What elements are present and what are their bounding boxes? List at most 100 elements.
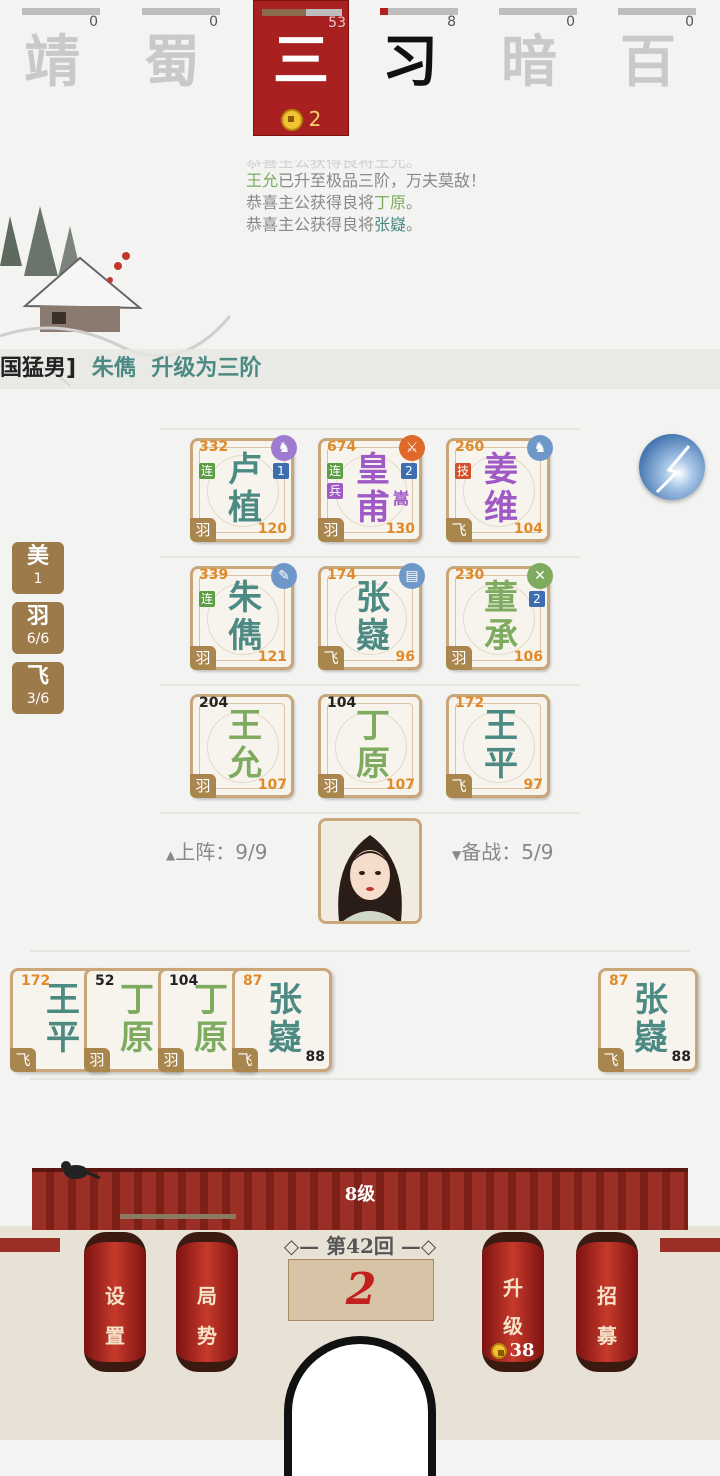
hero-name-char: 原	[120, 1018, 154, 1058]
progress-fill	[380, 8, 388, 15]
level-label: 8级	[344, 1184, 376, 1205]
grid-line	[160, 812, 580, 814]
coin-icon	[491, 1343, 508, 1359]
coin-value: 2	[308, 106, 322, 131]
hero-name-char: 王	[484, 706, 518, 746]
event-log: 恭喜主公获得良将王允。 王允已升至极品三阶，万夫莫敌！ 恭喜主公获得良将丁原。 …	[246, 160, 486, 236]
wall-eave	[0, 1238, 60, 1252]
button-label: 设	[105, 1284, 125, 1308]
player-count: 0	[566, 14, 575, 30]
round-text: 第42回	[326, 1234, 394, 1258]
hero-card[interactable]: 王允 204 107 羽	[190, 694, 294, 798]
player-slot[interactable]: 0 靖	[4, 0, 100, 134]
log-hero: 张嶷	[374, 215, 407, 234]
synergy-badge[interactable]: 美 1	[12, 542, 64, 594]
synergy-badge[interactable]: 飞 3/6	[12, 662, 64, 714]
hero-card[interactable]: 皇甫 嵩 674 连 兵 2 ⚔ 130 羽	[318, 435, 425, 542]
log-line: 恭喜主公获得良将王允。	[246, 160, 423, 170]
lightning-icon	[655, 445, 691, 494]
log-text: 恭喜主公获得良将	[246, 193, 375, 212]
deployed-count: ▲上阵：9/9	[166, 836, 267, 865]
hero-name: 丁原	[189, 981, 233, 1057]
player-slot-self[interactable]: 53 三 2	[253, 0, 349, 136]
class-tag: 羽	[190, 518, 216, 542]
class-tag: 飞	[318, 646, 344, 670]
hero-card[interactable]: 张嶷 174 ▤ 96 飞	[318, 563, 425, 670]
hero-card[interactable]: 董承 230 2 ✕ 106 羽	[446, 563, 553, 670]
hero-name: 董承	[479, 579, 523, 655]
hero-name-char: 嶷	[268, 1018, 302, 1058]
synergy-label: 羽	[26, 603, 49, 629]
trait-tag: 连	[199, 463, 215, 479]
hero-atk: 97	[523, 777, 543, 793]
button-label: 置	[105, 1324, 125, 1348]
class-tag: 羽	[318, 518, 344, 542]
hero-card[interactable]: 丁原 104 107 羽	[318, 694, 422, 798]
grid-line	[160, 428, 580, 430]
horse-icon: ♞	[527, 435, 553, 461]
hero-hp: 172	[21, 973, 51, 989]
grid-line	[30, 1078, 690, 1080]
class-tag: 飞	[232, 1048, 258, 1072]
upgrade-button[interactable]: 升 级 38	[482, 1232, 544, 1372]
lord-portrait[interactable]	[318, 818, 422, 924]
hero-atk: 88	[671, 1049, 691, 1065]
reserve-text: 备战：5/9	[461, 840, 554, 864]
level-tag: 2	[529, 591, 545, 607]
banner-hero: 朱儁	[91, 356, 136, 381]
class-tag: 羽	[158, 1048, 184, 1072]
hero-name-char: 姜	[484, 450, 518, 490]
book-icon: ▤	[399, 563, 425, 589]
grid-line	[160, 556, 580, 558]
log-text: 。	[406, 215, 423, 234]
trait-tag: 连	[327, 463, 343, 479]
synergy-badge[interactable]: 羽 6/6	[12, 602, 64, 654]
skill-button[interactable]	[639, 434, 705, 500]
hero-card[interactable]: 姜维 260 技 ♞ 104 飞	[446, 435, 553, 542]
hero-hp: 87	[243, 973, 263, 989]
hero-hp: 172	[455, 695, 485, 711]
hero-name-char: 张	[356, 578, 390, 618]
recruit-button[interactable]: 招 募	[576, 1232, 638, 1372]
class-tag: 羽	[190, 646, 216, 670]
hero-name-char: 嶷	[356, 616, 390, 656]
class-tag: 羽	[190, 774, 216, 798]
situation-button[interactable]: 局 势	[176, 1232, 238, 1372]
gate-arch	[284, 1336, 436, 1476]
button-label: 招	[597, 1284, 617, 1308]
reserve-count: ▼备战：5/9	[452, 836, 553, 865]
button-label: 局	[197, 1284, 217, 1308]
player-slot[interactable]: 0 蜀	[124, 0, 220, 134]
hero-atk: 107	[257, 777, 287, 793]
player-count: 0	[89, 14, 98, 30]
hero-atk: 88	[305, 1049, 325, 1065]
trait-tag: 技	[455, 463, 471, 479]
hero-card[interactable]: 王平 172 97 飞	[446, 694, 550, 798]
hero-sub-name: 嵩	[393, 489, 410, 508]
player-slot[interactable]: 0 百	[600, 0, 696, 134]
hero-name: 丁原	[115, 981, 159, 1057]
hero-card[interactable]: 朱儁 339 连 ✎ 121 羽	[190, 563, 297, 670]
trait-tag: 连	[199, 591, 215, 607]
level-tag: 2	[401, 463, 417, 479]
hero-atk: 106	[513, 649, 543, 665]
hero-name: 皇甫	[351, 451, 395, 527]
hero-hp: 104	[327, 695, 357, 711]
player-slot[interactable]: 0 暗	[481, 0, 577, 134]
player-slot[interactable]: 8 习	[362, 0, 458, 134]
hero-name-char: 原	[194, 1018, 228, 1058]
hero-hp: 339	[199, 567, 229, 583]
class-tag: 飞	[10, 1048, 36, 1072]
synergy-value: 6/6	[26, 631, 50, 647]
settings-button[interactable]: 设 置	[84, 1232, 146, 1372]
bench-card[interactable]: 张嶷 87 88 飞	[598, 968, 698, 1072]
lady-portrait-icon	[321, 821, 419, 921]
hero-name-char: 丁	[120, 980, 154, 1020]
hero-atk: 130	[385, 521, 415, 537]
feather-icon: ✎	[271, 563, 297, 589]
synergy-label: 飞	[26, 663, 49, 689]
button-label: 级	[503, 1314, 523, 1338]
hero-name: 丁原	[351, 707, 395, 783]
hero-card[interactable]: 卢植 332 连 1 ♞ 120 羽	[190, 435, 297, 542]
bench-card[interactable]: 张嶷 87 88 飞	[232, 968, 332, 1072]
